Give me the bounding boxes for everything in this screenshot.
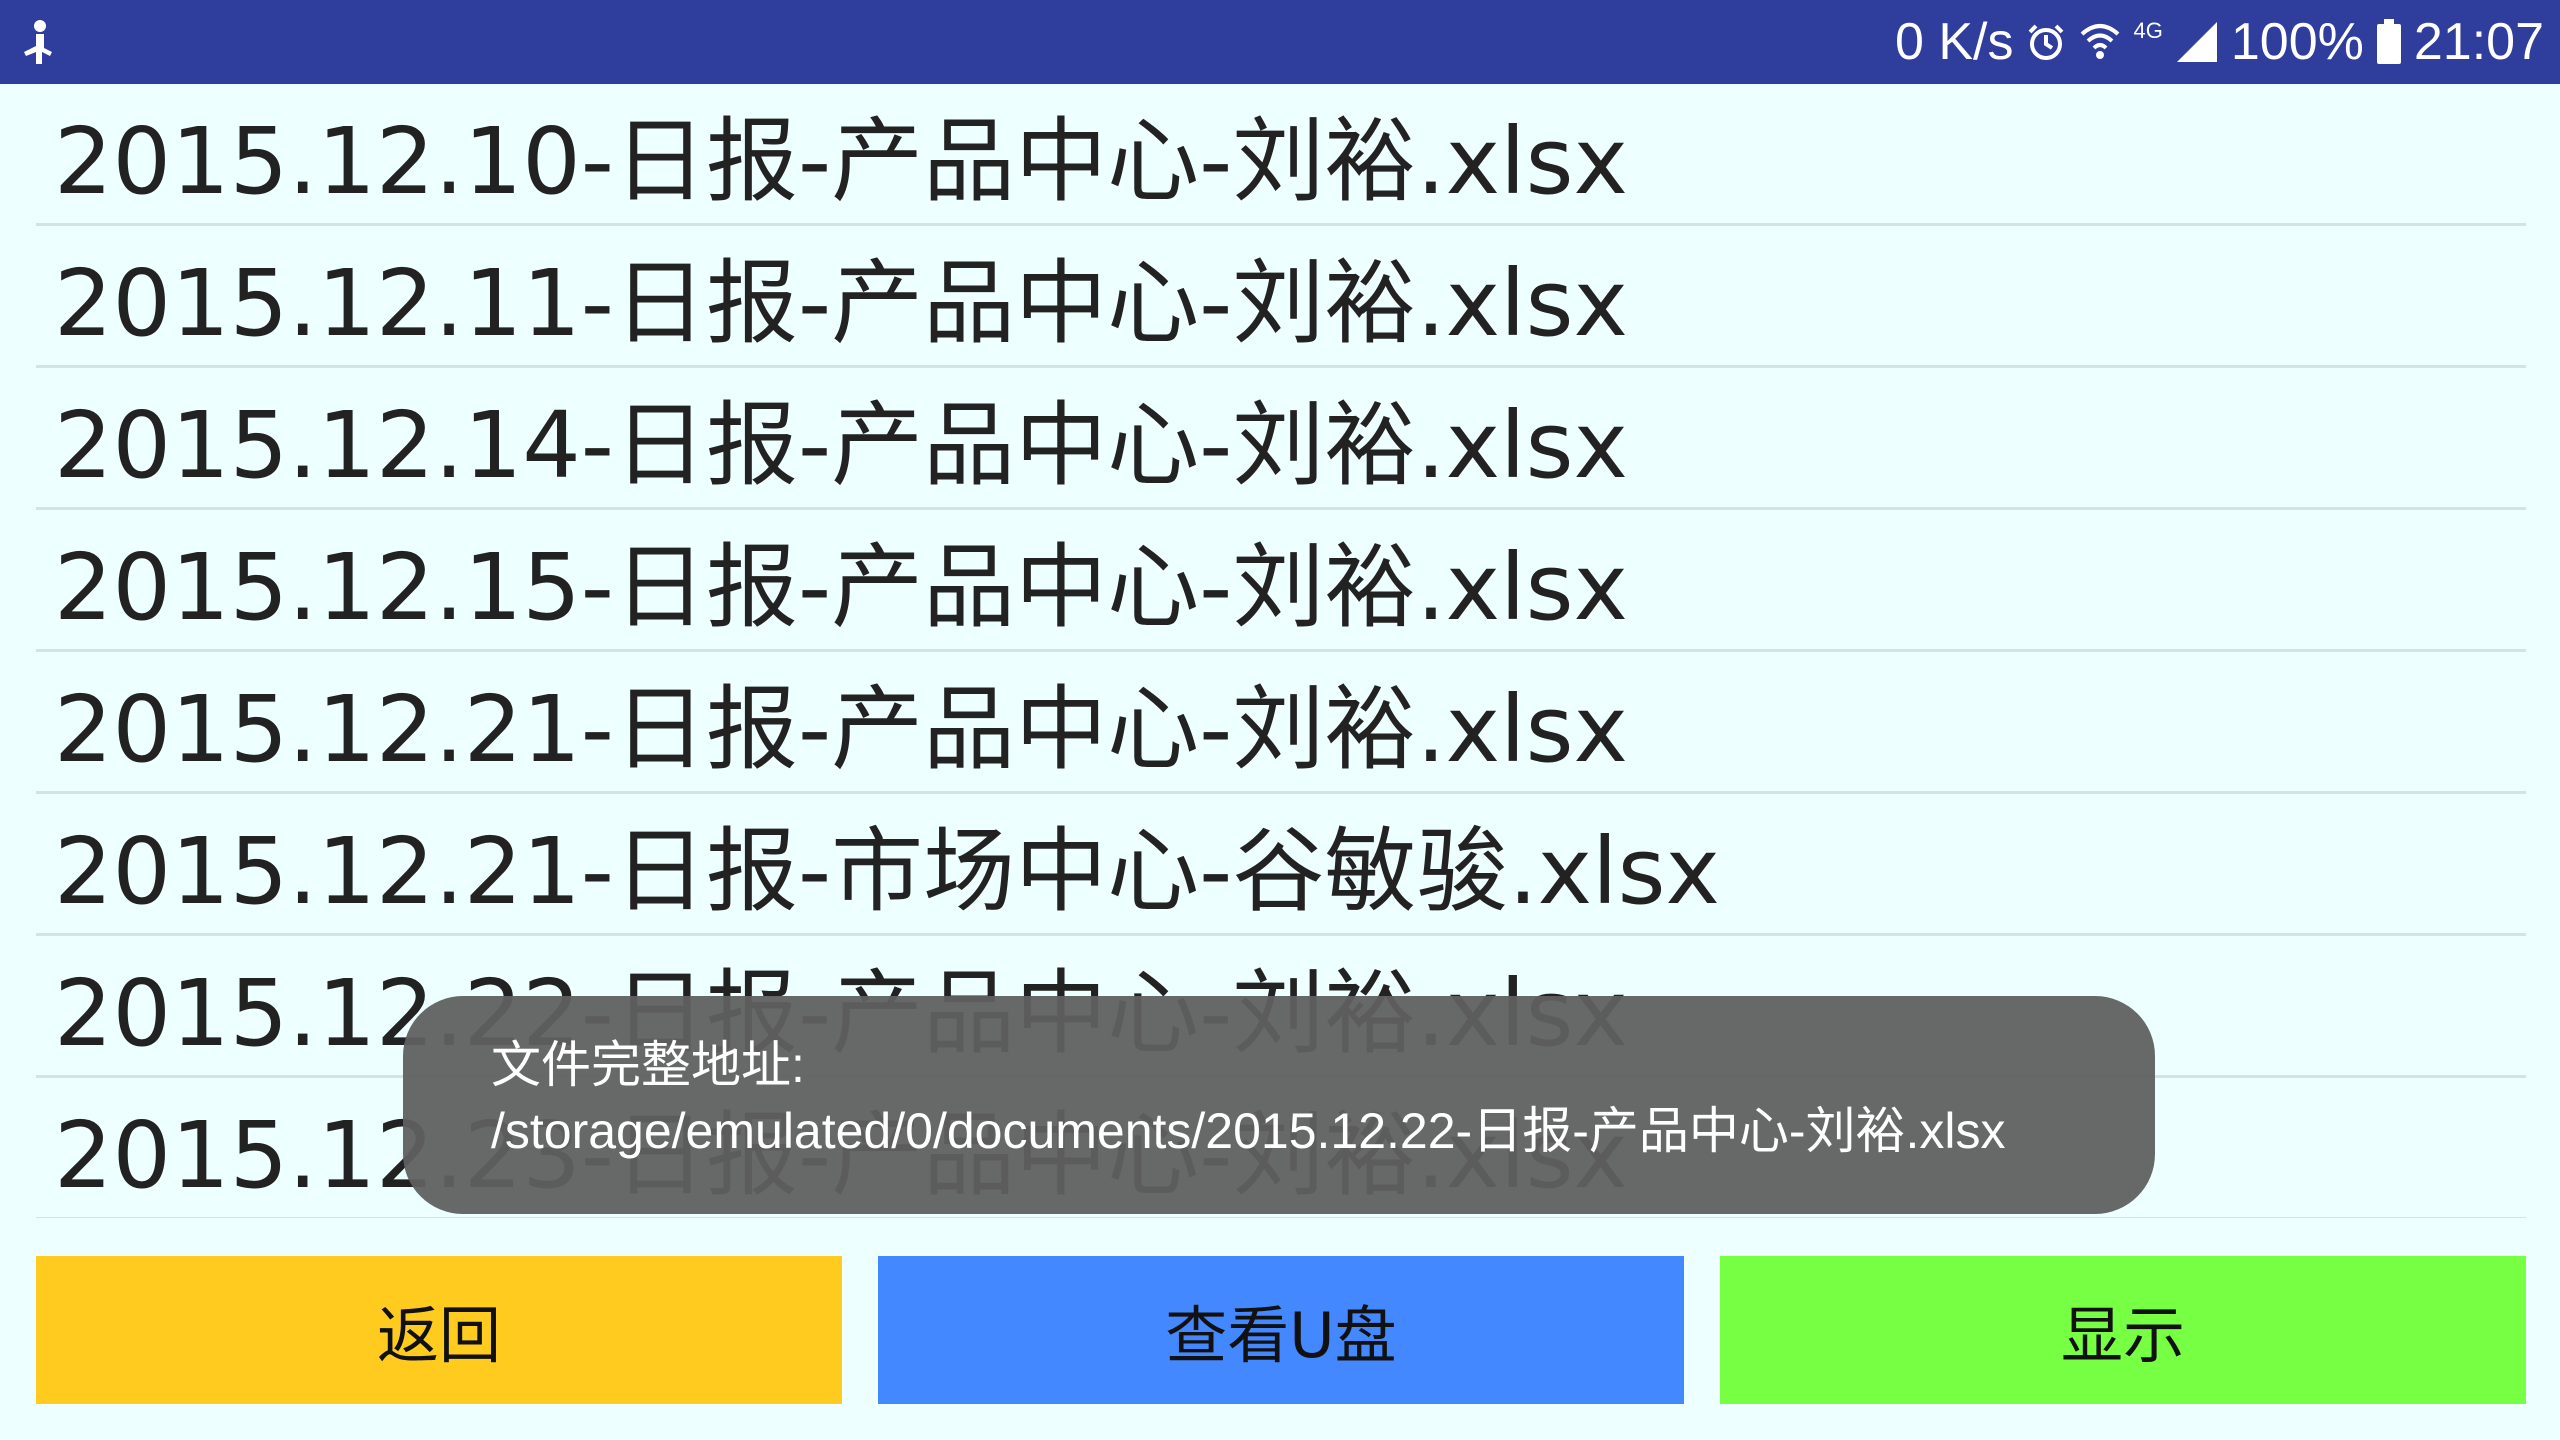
file-name: 2015.12.15-日报-产品中心-刘裕.xlsx [54,534,1628,641]
battery-percent: 100% [2230,13,2364,71]
file-name: 2015.12.11-日报-产品中心-刘裕.xlsx [54,250,1628,357]
back-button[interactable]: 返回 [36,1256,842,1404]
file-name: 2015.12.14-日报-产品中心-刘裕.xlsx [54,392,1628,499]
toast-path: /storage/emulated/0/documents/2015.12.22… [491,1103,2006,1159]
file-row[interactable]: 2015.12.11-日报-产品中心-刘裕.xlsx [36,226,2526,368]
alarm-icon [2028,24,2063,60]
file-row[interactable]: 2015.12.15-日报-产品中心-刘裕.xlsx [36,510,2526,652]
battery-icon [2376,19,2401,64]
signal-icon [2176,22,2217,62]
file-row[interactable]: 2015.12.21-日报-产品中心-刘裕.xlsx [36,652,2526,794]
show-button[interactable]: 显示 [1720,1256,2526,1404]
file-name: 2015.12.10-日报-产品中心-刘裕.xlsx [54,108,1628,215]
file-row[interactable]: 2015.12.10-日报-产品中心-刘裕.xlsx [36,84,2526,226]
file-row[interactable]: 2015.12.21-日报-市场中心-谷敏骏.xlsx [36,794,2526,936]
button-bar: 返回 查看U盘 显示 [36,1256,2526,1404]
toast-message: 文件完整地址: /storage/emulated/0/documents/20… [403,996,2155,1214]
network-speed: 0 K/s [1895,13,2014,71]
wifi-icon [2080,24,2119,59]
status-icons: 0 K/s 4G 100% 21:07 [1895,0,2544,84]
clock: 21:07 [2413,13,2544,71]
status-bar: 0 K/s 4G 100% 21:07 [0,0,2560,84]
network-type: 4G [2133,18,2163,43]
view-usb-button[interactable]: 查看U盘 [878,1256,1684,1404]
file-name: 2015.12.21-日报-市场中心-谷敏骏.xlsx [54,818,1720,925]
usb-debug-icon [24,20,52,64]
toast-title: 文件完整地址: [491,1037,805,1093]
file-row[interactable]: 2015.12.14-日报-产品中心-刘裕.xlsx [36,368,2526,510]
file-name: 2015.12.21-日报-产品中心-刘裕.xlsx [54,676,1628,783]
